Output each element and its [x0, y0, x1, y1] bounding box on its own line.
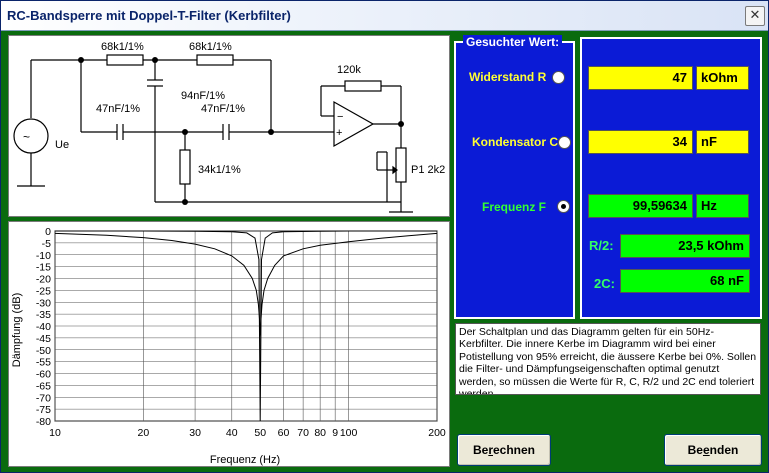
y-tick-label: -5	[42, 238, 51, 250]
y-tick-label: -25	[36, 285, 51, 297]
quit-label-accel: e	[702, 443, 710, 457]
y-tick-label: -75	[36, 404, 51, 416]
label-plus: +	[336, 127, 342, 139]
resistor-top-right	[196, 54, 234, 66]
calculate-label-pre: Be	[472, 443, 489, 457]
y-tick-label: -50	[36, 345, 51, 357]
selection-legend: Gesuchter Wert:	[463, 35, 563, 49]
x-tick-label: 20	[138, 427, 150, 439]
x-tick-label: 100	[340, 427, 358, 439]
x-tick-label: 10	[49, 427, 61, 439]
label-minus: −	[337, 111, 343, 123]
y-tick-label: -45	[36, 333, 51, 345]
frequency-value-field[interactable]: 99,59634	[588, 194, 693, 218]
y-tick-label: -70	[36, 392, 51, 404]
y-tick-label: -40	[36, 321, 51, 333]
quit-label-post: nden	[709, 443, 739, 457]
y-tick-label: -20	[36, 274, 51, 286]
y-tick-label: -15	[36, 262, 51, 274]
x-tick-label: 80	[314, 427, 326, 439]
chart-panel: 0 -5 -10 -15 -20 -25 -30 -35 -40 -45 -50 -55 -60 -65-…	[8, 221, 450, 467]
source-icon	[13, 118, 49, 154]
r-half-value: 23,5 kOhm	[620, 234, 750, 258]
y-tick-label: -10	[36, 250, 51, 262]
label-source: Ue	[55, 139, 69, 151]
capacitor-unit-field: nF	[696, 130, 749, 154]
option-label-resistor[interactable]: Widerstand R	[469, 70, 546, 84]
label-r-feedback: 120k	[337, 64, 361, 76]
calculate-button[interactable]: Berechnen	[457, 434, 551, 466]
option-label-frequency[interactable]: Frequenz F	[482, 200, 546, 214]
schematic-panel: ~ 68k1/1% 68k1/1% 94nF/1% 47nF/1% 47nF/1…	[8, 35, 450, 217]
y-tick-label: -60	[36, 369, 51, 381]
label-c-right: 47nF/1%	[201, 103, 245, 115]
resistor-value-field[interactable]: 47	[588, 66, 693, 90]
x-tick-label: 9	[332, 427, 338, 439]
radio-frequency[interactable]	[557, 200, 570, 213]
y-tick-label: -35	[36, 309, 51, 321]
main-window: RC-Bandsperre mit Doppel-T-Filter (Kerbf…	[0, 0, 769, 473]
label-r-top-right: 68k1/1%	[189, 41, 232, 53]
label-c-mid-top: 94nF/1%	[181, 90, 225, 102]
x-tick-label: 40	[226, 427, 238, 439]
y-tick-label: -65	[36, 380, 51, 392]
radio-selected-dot	[561, 204, 566, 209]
potentiometer	[395, 147, 407, 183]
resistor-top-left	[106, 54, 144, 66]
chart-ylabel: Dämpfung (dB)	[11, 293, 23, 368]
label-r-top-left: 68k1/1%	[101, 41, 144, 53]
capacitor-value-field[interactable]: 34	[588, 130, 693, 154]
x-tick-label: 30	[189, 427, 201, 439]
r-half-label: R/2:	[589, 238, 614, 253]
label-c-left: 47nF/1%	[96, 103, 140, 115]
info-text: Der Schaltplan und das Diagramm gelten f…	[455, 323, 761, 395]
label-pot: P1 2k2	[411, 164, 445, 176]
radio-capacitor[interactable]	[558, 136, 571, 149]
series-line-1	[54, 232, 438, 336]
circuit-schematic: ~ 68k1/1% 68k1/1% 94nF/1% 47nF/1% 47nF/1…	[13, 41, 445, 213]
y-tick-label: -55	[36, 357, 51, 369]
svg-text:~: ~	[23, 130, 30, 144]
option-label-capacitor[interactable]: Kondensator C	[472, 135, 558, 149]
radio-resistor[interactable]	[552, 71, 565, 84]
window-title: RC-Bandsperre mit Doppel-T-Filter (Kerbf…	[7, 8, 291, 23]
op-amp	[333, 100, 375, 148]
resistor-bottom	[179, 149, 191, 185]
title-bar: RC-Bandsperre mit Doppel-T-Filter (Kerbf…	[1, 1, 768, 31]
frequency-response-chart: 0-5-10-15-20-25-30-35-40-45-50-55-60-65-…	[11, 226, 446, 466]
x-tick-label: 60	[278, 427, 290, 439]
resistor-unit-field: kOhm	[696, 66, 749, 90]
x-tick-label: 50	[254, 427, 266, 439]
y-tick-label: 0	[45, 226, 51, 238]
calculate-label-post: echnen	[493, 443, 536, 457]
c-double-label: 2C:	[594, 276, 615, 291]
quit-label-pre: Be	[687, 443, 703, 457]
x-tick-label: 200	[428, 427, 446, 439]
c-double-value: 68 nF	[620, 269, 750, 293]
chart-xlabel: Frequenz (Hz)	[210, 454, 280, 466]
quit-button[interactable]: Beenden	[664, 434, 762, 466]
x-tick-label: 70	[297, 427, 309, 439]
close-button[interactable]: ✕	[745, 6, 765, 26]
label-r-bottom: 34k1/1%	[198, 164, 241, 176]
resistor-feedback	[344, 80, 382, 92]
y-tick-label: -30	[36, 297, 51, 309]
frequency-unit-field: Hz	[696, 194, 749, 218]
